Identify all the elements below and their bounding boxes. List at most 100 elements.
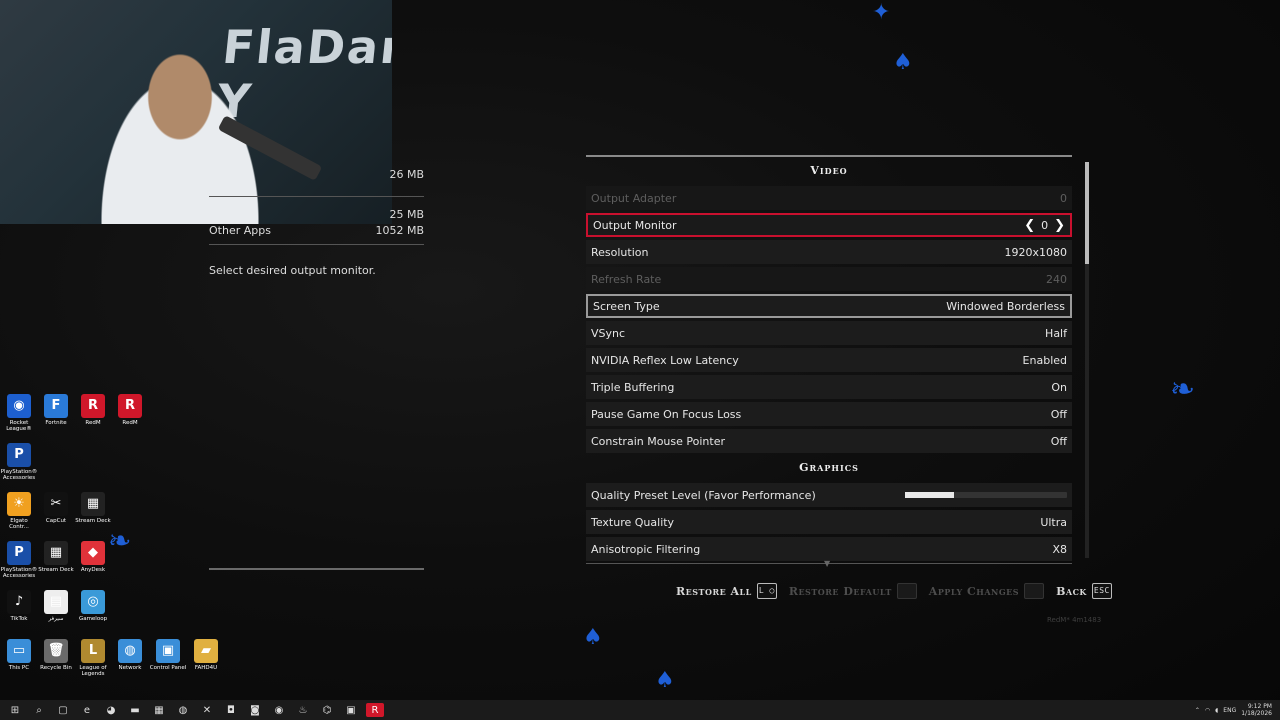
desktop-icon[interactable]: L League of Legends xyxy=(74,639,112,677)
clock-date: 1/18/2026 xyxy=(1241,710,1272,717)
chrome-icon[interactable]: ◉ xyxy=(270,703,288,717)
desktop-icon[interactable]: R RedM xyxy=(74,394,112,426)
setting-value: Ultra xyxy=(1040,515,1067,529)
desktop-icon[interactable]: P PlayStation® Accessories xyxy=(0,541,38,579)
setting-pause-on-focus-loss[interactable]: Pause Game On Focus Loss Off xyxy=(586,402,1072,426)
apply-changes-button[interactable]: Apply Changes xyxy=(928,583,1045,599)
decorative-blue-ornament: ♠ xyxy=(583,625,603,650)
webcam-overlay: FlaDan Y xyxy=(0,0,392,224)
desktop-icon-label: Stream Deck xyxy=(75,518,111,524)
desktop-icon-label: Rocket League® xyxy=(6,420,32,432)
setting-resolution[interactable]: Resolution 1920x1080 xyxy=(586,240,1072,264)
desktop-icon[interactable]: ▰ FAHD4U xyxy=(187,639,225,671)
desktop-icon[interactable]: ▭ This PC xyxy=(0,639,38,671)
setting-screen-type[interactable]: Screen Type Windowed Borderless xyxy=(586,294,1072,318)
desktop-icon[interactable]: ◆ AnyDesk xyxy=(74,541,112,573)
desktop-icon-label: Fortnite xyxy=(45,420,67,426)
desktop-app-icon: L xyxy=(81,639,105,663)
clock[interactable]: 9:12 PM 1/18/2026 xyxy=(1241,703,1272,717)
desktop-icon[interactable]: ✂ CapCut xyxy=(37,492,75,524)
app4-icon[interactable]: ⌬ xyxy=(318,703,336,717)
restore-all-key: L ◯ xyxy=(756,583,777,599)
memory-row-value: 26 MB xyxy=(389,168,424,181)
back-button[interactable]: Back ESC xyxy=(1056,583,1112,599)
setting-triple-buffering[interactable]: Triple Buffering On xyxy=(586,375,1072,399)
setting-anisotropic-filtering[interactable]: Anisotropic Filtering X8 xyxy=(586,537,1072,561)
restore-default-button[interactable]: Restore Default xyxy=(789,583,917,599)
desktop-icon[interactable]: P PlayStation® Accessories xyxy=(0,443,38,481)
settings-scrollbar[interactable] xyxy=(1085,162,1089,558)
setting-label: Pause Game On Focus Loss xyxy=(591,407,742,421)
desktop-icon-label: سيرفر xyxy=(48,616,64,622)
desktop-app-icon: R xyxy=(118,394,142,418)
desktop-icon-label: FAHD4U xyxy=(194,665,218,671)
clock-time: 9:12 PM xyxy=(1247,703,1272,710)
edge-icon[interactable]: e xyxy=(78,703,96,717)
search-icon[interactable]: ⌕ xyxy=(30,703,48,717)
desktop-icon-label: Elgato Contr... xyxy=(9,518,29,530)
setting-vsync[interactable]: VSync Half xyxy=(586,321,1072,345)
chevron-left-icon[interactable]: ❮ xyxy=(1024,218,1035,233)
desktop-icon[interactable]: ☀ Elgato Contr... xyxy=(0,492,38,530)
desktop-app-icon: 🗑 xyxy=(44,639,68,663)
taskview-icon[interactable]: ▢ xyxy=(54,703,72,717)
app-icon[interactable]: ◍ xyxy=(174,703,192,717)
taskbar-pinned: ⊞ ⌕ ▢ e ◕ ▬ ▦ ◍ ✕ ◘ ◙ ◉ ♨ ⌬ ▣ R xyxy=(0,703,384,717)
desktop-icon[interactable]: ▦ Stream Deck xyxy=(74,492,112,524)
chevron-right-icon[interactable]: ❯ xyxy=(1054,218,1065,233)
setting-nvidia-reflex[interactable]: NVIDIA Reflex Low Latency Enabled xyxy=(586,348,1072,372)
redm-icon[interactable]: R xyxy=(366,703,384,717)
desktop-icon[interactable]: ▦ Stream Deck xyxy=(37,541,75,573)
desktop-icon-label: RedM xyxy=(122,420,138,426)
tray-chevron-up-icon[interactable]: ⌃ xyxy=(1195,707,1200,714)
build-version: RedM* 4m1483 xyxy=(1047,616,1102,624)
desktop-app-icon: ▭ xyxy=(7,639,31,663)
app3-icon[interactable]: ◙ xyxy=(246,703,264,717)
desktop-icon[interactable]: R RedM xyxy=(111,394,149,426)
desktop-icon[interactable]: F Fortnite xyxy=(37,394,75,426)
desktop-icon-label: Control Panel xyxy=(149,665,187,671)
setting-texture-quality[interactable]: Texture Quality Ultra xyxy=(586,510,1072,534)
settings-scrollbar-thumb[interactable] xyxy=(1085,162,1089,264)
desktop-icon[interactable]: ♪ TikTok xyxy=(0,590,38,622)
apply-changes-label: Apply Changes xyxy=(928,584,1020,598)
app2-icon[interactable]: ◘ xyxy=(222,703,240,717)
desktop-app-icon: ▣ xyxy=(156,639,180,663)
quality-preset-slider[interactable] xyxy=(905,492,1067,498)
language-indicator[interactable]: ENG xyxy=(1223,707,1236,714)
desktop-icon-label: CapCut xyxy=(45,518,67,524)
app5-icon[interactable]: ▣ xyxy=(342,703,360,717)
setting-label: Quality Preset Level (Favor Performance) xyxy=(591,488,816,502)
setting-label: VSync xyxy=(591,326,626,340)
desktop-icon[interactable]: ▤ سيرفر xyxy=(37,590,75,622)
start-icon[interactable]: ⊞ xyxy=(6,703,24,717)
restore-all-button[interactable]: Restore All L ◯ xyxy=(676,583,777,599)
explorer-icon[interactable]: ▬ xyxy=(126,703,144,717)
store-icon[interactable]: ▦ xyxy=(150,703,168,717)
xbox-icon[interactable]: ✕ xyxy=(198,703,216,717)
setting-value: Half xyxy=(1045,326,1067,340)
desktop-icon[interactable]: ▣ Control Panel xyxy=(149,639,187,671)
setting-label: NVIDIA Reflex Low Latency xyxy=(591,353,739,367)
setting-label: Constrain Mouse Pointer xyxy=(591,434,726,448)
desktop-app-icon: ◎ xyxy=(81,590,105,614)
wifi-icon[interactable]: ◠ xyxy=(1205,707,1210,714)
setting-output-monitor[interactable]: Output Monitor ❮ 0 ❯ xyxy=(586,213,1072,237)
setting-refresh-rate: Refresh Rate 240 xyxy=(586,267,1072,291)
desktop-app-icon: ◉ xyxy=(7,394,31,418)
setting-constrain-mouse[interactable]: Constrain Mouse Pointer Off xyxy=(586,429,1072,453)
volume-icon[interactable]: ◖ xyxy=(1215,707,1218,714)
desktop-icon[interactable]: ◎ Gameloop xyxy=(74,590,112,622)
discord-icon[interactable]: ◕ xyxy=(102,703,120,717)
steam-icon[interactable]: ♨ xyxy=(294,703,312,717)
desktop-icon[interactable]: 🗑 Recycle Bin xyxy=(37,639,75,671)
desktop-icon-label: Recycle Bin xyxy=(40,665,72,671)
desktop-icon[interactable]: ◉ Rocket League® xyxy=(0,394,38,432)
decorative-blue-ornament: ♠ xyxy=(655,668,675,693)
decorative-blue-ornament: ✦ xyxy=(872,0,891,25)
setting-value: Windowed Borderless xyxy=(946,299,1065,313)
setting-quality-preset[interactable]: Quality Preset Level (Favor Performance) xyxy=(586,483,1072,507)
desktop-icon[interactable]: ◍ Network xyxy=(111,639,149,671)
desktop-app-icon: ▦ xyxy=(44,541,68,565)
memory-row-other-apps: Other Apps 1052 MB xyxy=(209,224,424,240)
